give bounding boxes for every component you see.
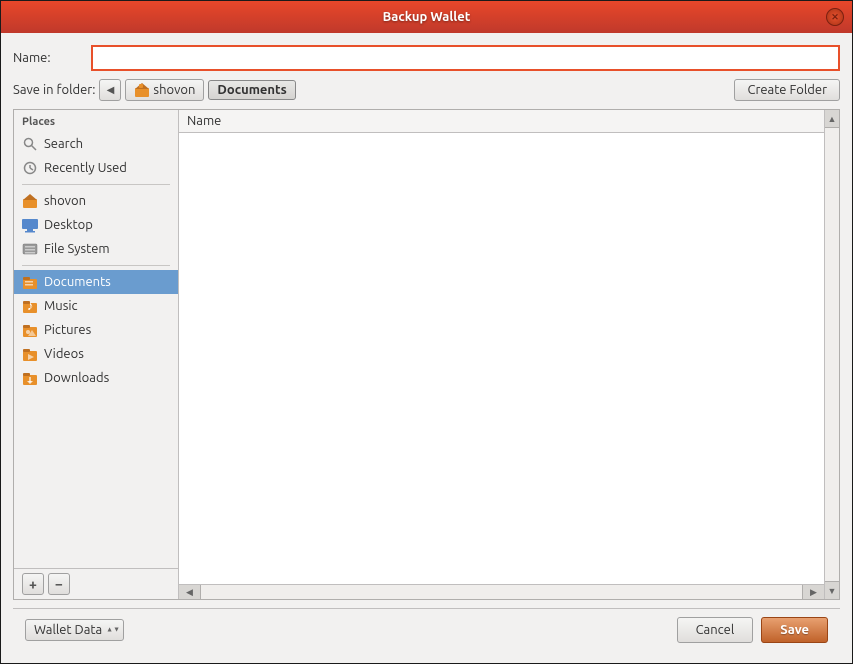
sidebar-separator-1 [22,184,170,185]
sidebar-item-filesystem[interactable]: File System [14,237,178,261]
downloads-folder-icon [22,370,38,386]
name-input[interactable] [91,45,840,71]
folder-home-icon [134,82,150,98]
sidebar-item-recently-used-label: Recently Used [44,161,127,175]
dialog-window: Backup Wallet Name: Save in folder: ◀ sh [0,0,853,664]
filter-dropdown: Wallet Data [25,619,124,641]
save-in-row: Save in folder: ◀ shovon Documents Creat… [13,79,840,101]
svg-text:♪: ♪ [27,299,34,313]
sidebar-item-videos-label: Videos [44,347,84,361]
main-area: Places Search [13,109,840,600]
sidebar-item-pictures[interactable]: Pictures [14,318,178,342]
name-row: Name: [13,45,840,71]
sidebar-item-downloads-label: Downloads [44,371,109,385]
title-bar: Backup Wallet [1,1,852,33]
sidebar-item-search-label: Search [44,137,83,151]
sidebar-item-documents-label: Documents [44,275,111,289]
breadcrumb-documents[interactable]: Documents [208,80,295,100]
file-list-area: Name ◀ ▶ [179,110,824,599]
add-place-button[interactable]: + [22,573,44,595]
file-list-content[interactable] [179,133,824,584]
breadcrumb-shovon-label: shovon [153,83,195,97]
sidebar-item-shovon[interactable]: shovon [14,189,178,213]
sidebar-section-header: Places [14,110,178,132]
videos-folder-icon [22,346,38,362]
close-button[interactable] [826,8,844,26]
bottom-bar: Wallet Data Cancel Save [13,608,840,651]
sidebar-item-desktop-label: Desktop [44,218,93,232]
sidebar-item-music-label: Music [44,299,78,313]
horizontal-scrollbar[interactable]: ◀ ▶ [179,584,824,599]
file-list-column-name: Name [187,114,221,128]
recently-used-icon [22,160,38,176]
sidebar-item-shovon-label: shovon [44,194,86,208]
sidebar-item-recently-used[interactable]: Recently Used [14,156,178,180]
filter-select-wrapper[interactable]: Wallet Data [25,619,124,641]
file-list-header: Name [179,110,824,133]
sidebar-add-remove: + − [14,568,178,599]
save-button[interactable]: Save [761,617,828,643]
sidebar-item-downloads[interactable]: Downloads [14,366,178,390]
music-folder-icon: ♪ [22,298,38,314]
home-folder-icon [22,193,38,209]
desktop-folder-icon [22,217,38,233]
sidebar-item-pictures-label: Pictures [44,323,91,337]
pictures-folder-icon [22,322,38,338]
filesystem-icon [22,241,38,257]
documents-folder-icon [22,274,38,290]
search-icon [22,136,38,152]
sidebar-item-documents[interactable]: Documents [14,270,178,294]
vertical-scrollbar[interactable]: ▲ ▼ [824,110,839,599]
window-title: Backup Wallet [383,10,471,24]
sidebar-item-desktop[interactable]: Desktop [14,213,178,237]
sidebar: Places Search [14,110,179,599]
dialog-content: Name: Save in folder: ◀ shovon Documents [1,33,852,663]
breadcrumb-shovon[interactable]: shovon [125,79,204,101]
sidebar-item-music[interactable]: ♪ Music [14,294,178,318]
remove-place-button[interactable]: − [48,573,70,595]
sidebar-item-search[interactable]: Search [14,132,178,156]
cancel-button[interactable]: Cancel [677,617,754,643]
nav-back-button[interactable]: ◀ [99,79,121,101]
sidebar-item-videos[interactable]: Videos [14,342,178,366]
create-folder-button[interactable]: Create Folder [734,79,840,101]
filter-select[interactable]: Wallet Data [25,619,124,641]
name-label: Name: [13,51,83,65]
breadcrumb-documents-label: Documents [217,83,286,97]
sidebar-item-filesystem-label: File System [44,242,110,256]
save-in-label: Save in folder: [13,83,95,97]
sidebar-separator-2 [22,265,170,266]
